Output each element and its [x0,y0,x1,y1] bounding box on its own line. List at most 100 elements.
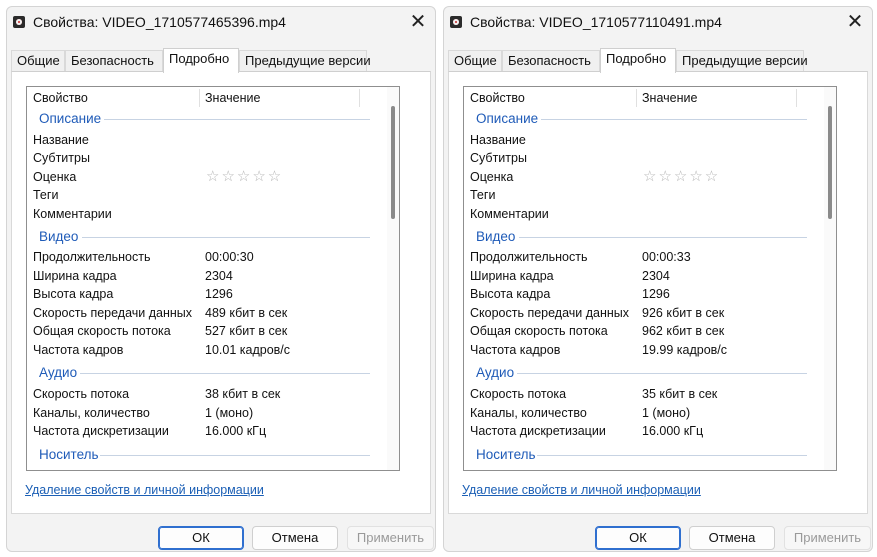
window-title: Свойства: VIDEO_1710577110491.mp4 [470,14,722,30]
details-panel: Свойство Значение Описание Название Субт… [11,71,431,514]
tab-security[interactable]: Безопасность [65,50,163,72]
vertical-scrollbar[interactable] [824,87,836,470]
group-heading-audio: Аудио [476,365,515,380]
property-value: 2304 [205,269,233,283]
property-value: 489 кбит в сек [205,306,288,320]
tab-previous-versions[interactable]: Предыдущие версии [676,50,808,72]
close-icon[interactable]: ✕ [842,9,868,35]
properties-list[interactable]: Свойство Значение Описание Название Субт… [463,86,837,471]
property-label: Частота дискретизации [470,424,606,438]
property-label: Скорость потока [33,387,130,401]
column-divider[interactable] [199,89,200,107]
ok-button[interactable]: ОК [158,526,244,550]
property-label: Частота кадров [33,343,124,357]
column-divider[interactable] [636,89,637,107]
property-label: Скорость передачи данных [470,306,630,320]
property-value: 16.000 кГц [205,424,267,438]
property-value: 00:00:30 [205,250,254,264]
group-heading-media: Носитель [476,447,536,462]
property-value: 962 кбит в сек [642,324,725,338]
tab-security[interactable]: Безопасность [502,50,600,72]
properties-list[interactable]: Свойство Значение Описание Название Субт… [26,86,400,471]
property-label: Теги [470,188,496,202]
properties-dialog: Свойства: VIDEO_1710577465396.mp4 ✕ Общи… [6,6,436,552]
column-divider[interactable] [796,89,797,107]
close-icon[interactable]: ✕ [405,9,431,35]
group-heading-description: Описание [39,111,102,126]
property-value: 1296 [642,287,670,301]
property-label: Субтитры [33,151,90,165]
property-value: 10.01 кадров/с [205,343,291,357]
group-heading-media: Носитель [39,447,99,462]
group-heading-description: Описание [476,111,539,126]
column-header-property[interactable]: Свойство [33,91,88,105]
tab-previous-versions[interactable]: Предыдущие версии [239,50,371,72]
property-value: 16.000 кГц [642,424,704,438]
list-header: Свойство Значение [27,87,387,109]
remove-properties-link[interactable]: Удаление свойств и личной информации [25,483,264,497]
property-value: 2304 [642,269,670,283]
title-bar[interactable]: Свойства: VIDEO_1710577110491.mp4 ✕ [444,7,872,37]
column-header-value[interactable]: Значение [642,91,697,105]
property-label: Общая скорость потока [470,324,608,338]
scrollbar-thumb[interactable] [828,106,832,219]
remove-properties-link[interactable]: Удаление свойств и личной информации [462,483,701,497]
cancel-button[interactable]: Отмена [252,526,338,550]
property-label: Название [33,133,89,147]
property-value: 527 кбит в сек [205,324,288,338]
property-value: 35 кбит в сек [642,387,718,401]
property-label: Скорость потока [470,387,567,401]
group-divider [517,373,807,374]
property-value: 19.99 кадров/с [642,343,728,357]
group-divider [537,455,807,456]
property-label: Каналы, количество [470,406,587,420]
group-heading-video: Видео [476,229,516,244]
title-bar[interactable]: Свойства: VIDEO_1710577465396.mp4 ✕ [7,7,435,37]
property-label: Оценка [470,170,514,184]
media-file-icon [13,16,25,28]
tab-details[interactable]: Подробно [163,48,239,73]
property-label: Субтитры [470,151,527,165]
cancel-button[interactable]: Отмена [689,526,775,550]
property-value: 1 (моно) [642,406,691,420]
column-header-value[interactable]: Значение [205,91,260,105]
property-label: Теги [33,188,59,202]
property-label: Частота кадров [470,343,561,357]
ok-button[interactable]: ОК [595,526,681,550]
group-divider [104,119,370,120]
media-file-icon [450,16,462,28]
property-label: Ширина кадра [33,269,117,283]
property-label: Продолжительность [33,250,151,264]
apply-button[interactable]: Применить [347,526,434,550]
window-title: Свойства: VIDEO_1710577465396.mp4 [33,14,286,30]
star-outline-icon[interactable]: ☆☆☆☆☆ [206,167,283,185]
property-label: Каналы, количество [33,406,150,420]
property-value: 00:00:33 [642,250,691,264]
property-value: 926 кбит в сек [642,306,725,320]
list-header: Свойство Значение [464,87,824,109]
vertical-scrollbar[interactable] [387,87,399,470]
property-label: Скорость передачи данных [33,306,193,320]
group-divider [100,455,370,456]
property-label: Ширина кадра [470,269,554,283]
group-divider [82,237,370,238]
tab-general[interactable]: Общие [11,50,65,72]
star-outline-icon[interactable]: ☆☆☆☆☆ [643,167,720,185]
details-panel: Свойство Значение Описание Название Субт… [448,71,868,514]
properties-dialog: Свойства: VIDEO_1710577110491.mp4 ✕ Общи… [443,6,873,552]
property-label: Высота кадра [33,287,114,301]
column-header-property[interactable]: Свойство [470,91,525,105]
property-label: Продолжительность [470,250,588,264]
property-label: Частота дискретизации [33,424,169,438]
column-divider[interactable] [359,89,360,107]
apply-button[interactable]: Применить [784,526,871,550]
group-heading-video: Видео [39,229,79,244]
tab-details[interactable]: Подробно [600,48,676,73]
property-label: Название [470,133,526,147]
group-divider [80,373,370,374]
scrollbar-thumb[interactable] [391,106,395,219]
tab-general[interactable]: Общие [448,50,502,72]
property-value: 1 (моно) [205,406,254,420]
group-divider [541,119,807,120]
property-value: 38 кбит в сек [205,387,281,401]
